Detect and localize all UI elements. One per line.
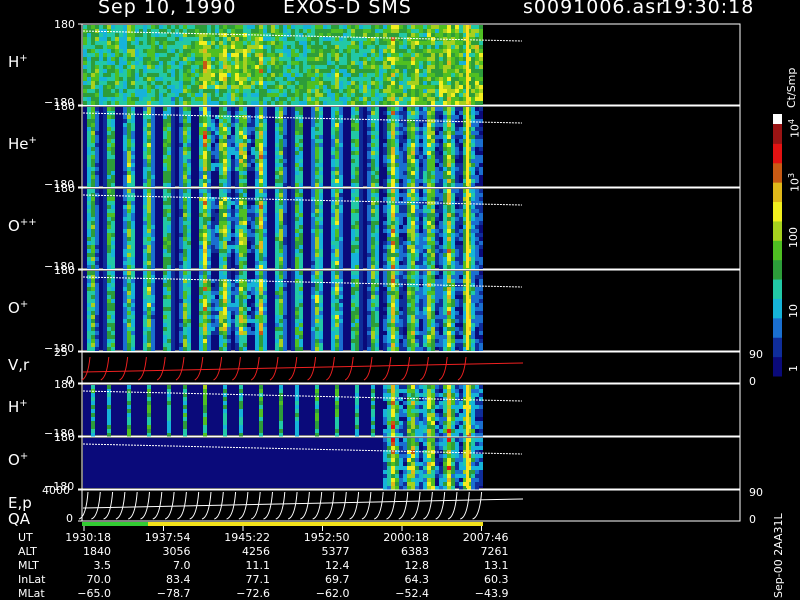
panel-label: O+: [8, 299, 28, 317]
charge-superscript: +: [19, 52, 28, 64]
footer-value: 1840: [83, 545, 111, 558]
panel-label: H+: [8, 398, 28, 416]
y-tick-top: 180: [54, 182, 75, 195]
panel-label: O+: [8, 451, 28, 469]
footer-row-label: MLat: [18, 587, 45, 600]
colorbar: [773, 114, 782, 377]
y-tick-top: 180: [54, 100, 75, 113]
spectrogram: [83, 189, 483, 269]
charge-superscript: +: [19, 451, 29, 462]
panel-label-text: O: [8, 216, 20, 235]
panel-label: H+: [8, 53, 28, 71]
footer-value: 7261: [480, 545, 509, 558]
colorbar-tick-label: 104: [787, 118, 800, 138]
colorbar-unit: Ct/Smp: [785, 67, 798, 108]
charge-superscript: +: [19, 298, 29, 310]
panel-label: O++: [8, 217, 37, 235]
footer-value: −65.0: [77, 587, 111, 600]
footer-value: 1952:50: [303, 531, 350, 544]
charge-superscript: +: [19, 398, 28, 409]
footer-value: 3.5: [93, 559, 112, 572]
footer-value: 69.7: [325, 573, 350, 586]
footer-value: 70.0: [86, 573, 112, 586]
footer-value: 11.1: [245, 559, 271, 572]
panel-label: He+: [8, 135, 37, 153]
footer-value: 1945:22: [224, 531, 270, 544]
footer-value: 2000:18: [383, 531, 429, 544]
footer-row-label: MLT: [18, 559, 39, 572]
colorbar-tick-label: 10: [787, 304, 800, 318]
footer-row-label: InLat: [18, 573, 46, 586]
right-tick-top: 90: [749, 486, 763, 499]
footer-value: −43.9: [474, 587, 509, 600]
file-name: s0091006.asr: [523, 0, 665, 18]
right-tick-top: 90: [749, 348, 763, 361]
instrument-title: EXOS-D SMS: [283, 0, 412, 18]
y-tick-top: 180: [54, 18, 75, 31]
footer-value: 83.4: [166, 573, 191, 586]
bright-band: [466, 271, 469, 350]
y-tick-top: 180: [54, 378, 75, 391]
right-tick-bottom: 0: [749, 513, 756, 526]
footer-value: 2007:46: [462, 531, 509, 544]
panel-label-2: QA: [8, 509, 31, 528]
panel-label-text: O: [8, 451, 20, 469]
footer-value: 12.8: [404, 559, 430, 572]
y-tick-top: 180: [54, 264, 75, 277]
bright-band: [466, 107, 469, 186]
colorbar-tick-label: 1: [787, 365, 800, 372]
panel-label-text: He: [8, 134, 29, 153]
footer-value: 64.3: [404, 573, 430, 586]
y-tick-bottom: 0: [66, 512, 73, 525]
y-tick-top: 4000: [42, 484, 70, 497]
footer-value: −78.7: [156, 587, 191, 600]
time-label: 19:30:18: [661, 0, 755, 18]
bright-band: [466, 438, 469, 488]
panel-label-text: H: [8, 52, 20, 71]
footer-value: −72.6: [236, 587, 270, 600]
bright-band: [466, 25, 469, 104]
footer-value: 60.3: [484, 573, 509, 586]
charge-superscript: ++: [19, 216, 37, 228]
colorbar-tick-exponent: 4: [787, 118, 796, 124]
spectrogram-figure: [78, 23, 782, 531]
y-tick-top: 25: [54, 346, 68, 359]
footer-value: −62.0: [315, 587, 350, 600]
footer-value: 77.1: [245, 573, 271, 586]
y-tick-top: 180: [54, 431, 75, 444]
footer-value: −52.4: [395, 587, 429, 600]
spectrogram: [83, 271, 483, 351]
footer-row-label: ALT: [18, 545, 37, 558]
footer-value: 4256: [242, 545, 270, 558]
footer-value: 5377: [321, 545, 350, 558]
colorbar-tick-label: 100: [787, 227, 800, 248]
panel-label-text: O: [8, 298, 20, 317]
panel-label-text: H: [8, 398, 20, 416]
footer-value: 13.1: [484, 559, 509, 572]
panel-label-text: V,r: [8, 355, 30, 374]
spectrogram: [83, 25, 483, 105]
bright-band: [466, 385, 469, 435]
date-title: Sep 10, 1990: [98, 0, 237, 18]
colorbar-tick-exponent: 3: [787, 172, 796, 178]
panel-label: V,r: [8, 356, 29, 374]
footer-value: 1937:54: [144, 531, 191, 544]
colorbar-tick-label: 103: [787, 172, 800, 192]
bright-band: [466, 189, 469, 268]
charge-superscript: +: [28, 134, 37, 146]
footer-value: 1930:18: [65, 531, 111, 544]
qa-bar: [82, 522, 483, 526]
footer-value: 7.0: [173, 559, 191, 572]
spectrogram: [83, 107, 483, 187]
right-tick-bottom: 0: [749, 375, 756, 388]
footer-value: 12.4: [325, 559, 350, 572]
footer-value: 3056: [162, 545, 191, 558]
side-label: Sep-00 2AA31L: [772, 513, 785, 598]
footer-row-label: UT: [18, 531, 33, 544]
panel-frame: [81, 351, 741, 384]
footer-value: 6383: [401, 545, 429, 558]
